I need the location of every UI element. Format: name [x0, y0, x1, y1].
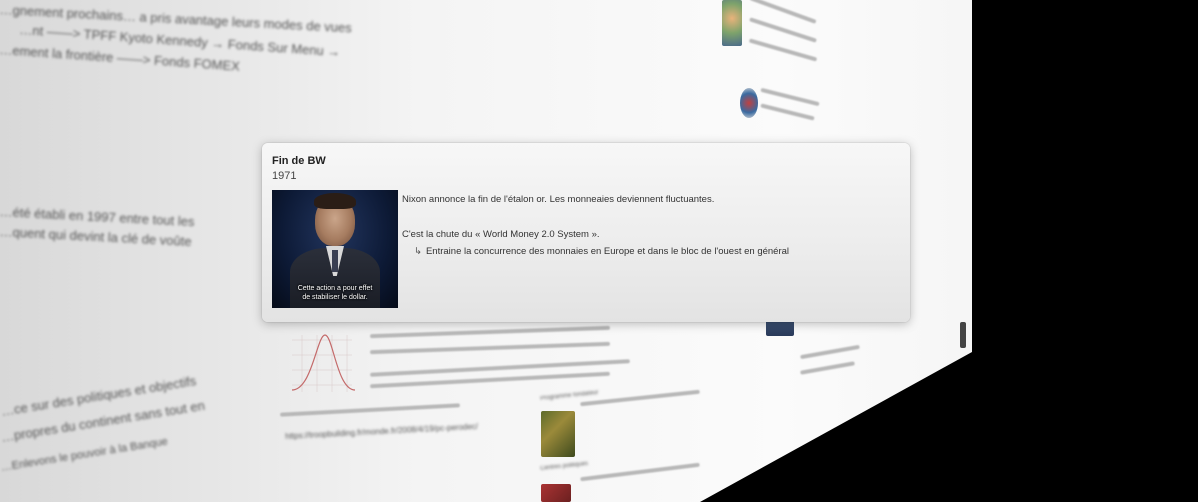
background-line — [800, 361, 855, 375]
video-subtitle-line2: de stabiliser le dollar. — [302, 294, 368, 301]
background-text: …quent qui devint la clé de voûte — [0, 224, 192, 250]
photo-thumbnail — [541, 411, 575, 457]
background-text: …Enlevons le pouvoir à la Banque — [0, 435, 169, 474]
event-title: Fin de BW — [272, 155, 326, 167]
video-thumbnail-icon[interactable]: Cette action a pour effet de stabiliser … — [272, 190, 398, 308]
video-subtitle: Cette action a pour effet de stabiliser … — [272, 284, 398, 302]
background-line — [748, 38, 818, 62]
timeline-event-popup[interactable]: Fin de BW 1971 Cette action a pour effet… — [262, 143, 910, 322]
side-label: Centres politiques — [540, 460, 589, 472]
background-line — [370, 325, 610, 339]
background-line — [760, 103, 815, 121]
description-subline: ↳ Entraine la concurrence des monnaies en… — [414, 245, 789, 258]
background-line — [280, 403, 460, 417]
background-url: https://troopbuilding.fr/monde.fr/2008/4… — [285, 421, 479, 441]
background-line — [580, 462, 700, 482]
return-arrow-icon: ↳ — [414, 246, 422, 257]
logo-thumbnail — [740, 88, 758, 118]
map-thumbnail — [722, 0, 742, 46]
person-hair — [314, 193, 356, 209]
background-line — [760, 87, 820, 107]
description-line: Nixon annonce la fin de l'étalon or. Les… — [402, 194, 715, 205]
photo-thumbnail — [541, 484, 571, 502]
scroll-handle[interactable] — [960, 322, 966, 348]
background-line — [800, 344, 860, 360]
bell-curve-chart — [291, 334, 356, 392]
video-subtitle-line1: Cette action a pour effet — [297, 285, 373, 292]
background-line — [370, 341, 610, 355]
description-subline-text: Entraine la concurrence des monnaies en … — [425, 246, 790, 257]
person-tie — [332, 250, 338, 272]
event-year: 1971 — [272, 170, 297, 182]
description-line: C'est la chute du « World Money 2.0 Syst… — [402, 229, 600, 240]
